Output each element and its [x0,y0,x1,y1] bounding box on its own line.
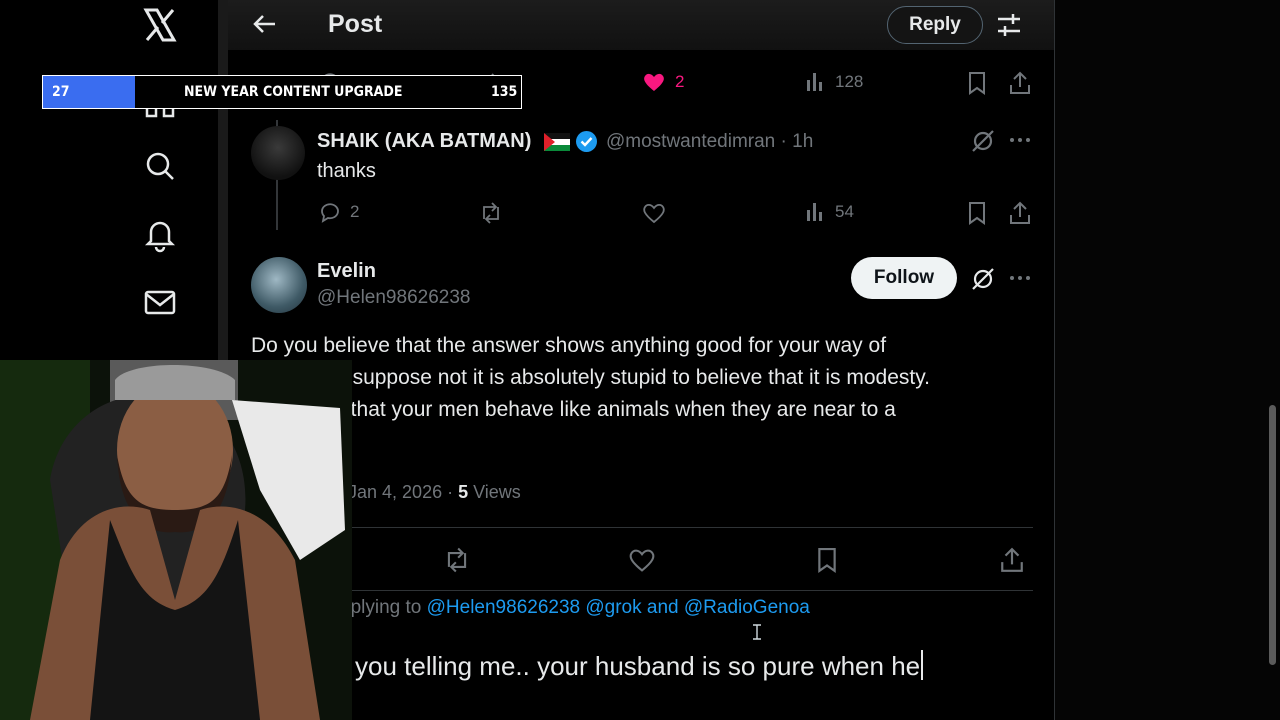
heart-icon [641,70,667,94]
scrollbar[interactable] [1269,405,1276,665]
goal-left-count: 27 [52,84,70,100]
divider [251,527,1033,528]
mentions-link[interactable]: @Helen98626238 @grok and @RadioGenoa [427,597,810,618]
divider [251,590,1033,591]
replying-to: eplying to @Helen98626238 @grok and @Rad… [340,597,810,618]
views-icon [805,70,827,94]
retweet-icon[interactable] [478,201,504,225]
reply-icon [318,200,342,224]
share-icon[interactable] [1008,200,1032,226]
more-icon[interactable] [1008,130,1032,150]
bell-icon[interactable] [140,214,180,254]
grok-icon[interactable] [970,266,996,292]
palestine-flag-icon [544,133,570,151]
post-text-line2: thinking? I suppose not it is absolutely… [251,366,930,389]
reply1-views-action[interactable]: 54 [805,200,854,224]
post-author-name[interactable]: Evelin [317,260,376,283]
goal-right-count: 135 [491,84,518,100]
views-icon [805,200,827,224]
post-text-line3: ...ows that your men behave like animals… [290,398,896,421]
avatar[interactable] [251,257,307,313]
x-logo-icon[interactable] [140,5,180,45]
grok-icon[interactable] [970,128,996,154]
share-icon[interactable] [1008,70,1032,96]
post-author-handle[interactable]: @Helen98626238 [317,287,470,309]
follow-button[interactable]: Follow [851,257,957,299]
bookmark-icon[interactable] [966,70,988,96]
heart-icon[interactable] [627,546,657,574]
reply1-reply-action[interactable]: 2 [318,200,359,224]
text-cursor-icon [752,624,762,640]
text-caret [921,650,924,680]
bookmark-icon[interactable] [815,545,839,575]
webcam-overlay [0,360,352,720]
heart-icon[interactable] [641,201,667,225]
more-icon[interactable] [1008,268,1032,288]
avatar[interactable] [251,126,305,180]
share-icon[interactable] [999,545,1025,575]
reply-author-handle[interactable]: @mostwantedimran · 1h [606,131,813,153]
post-text-line1: Do you believe that the answer shows any… [251,334,887,357]
page-title: Post [328,10,383,38]
reply-compose-input[interactable]: you telling me.. your husband is so pure… [355,650,924,682]
goal-title: NEW YEAR CONTENT UPGRADE [184,84,403,100]
bookmark-icon[interactable] [966,200,988,226]
verified-icon [575,130,598,153]
prev-like-action[interactable]: 2 [641,70,684,94]
reply-text: thanks [317,160,376,182]
stream-goal-bar: 27 NEW YEAR CONTENT UPGRADE 135 [42,75,522,109]
search-icon[interactable] [140,146,180,186]
retweet-icon[interactable] [442,546,472,574]
mail-icon[interactable] [140,282,180,322]
reply-author-name[interactable]: SHAIK (AKA BATMAN) [317,130,531,153]
reply-button[interactable]: Reply [887,6,983,44]
sliders-icon[interactable] [995,11,1023,39]
prev-views-action[interactable]: 128 [805,70,863,94]
right-pane [1054,0,1280,720]
back-arrow-icon[interactable] [251,10,279,38]
